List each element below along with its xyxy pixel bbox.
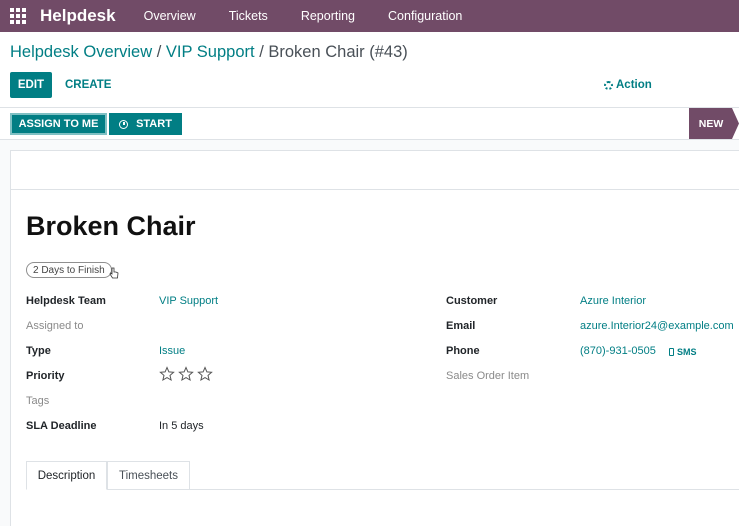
breadcrumb-helpdesk-overview[interactable]: Helpdesk Overview: [10, 43, 152, 61]
field-value-email[interactable]: azure.Interior24@example.com: [580, 320, 734, 332]
breadcrumb-separator: /: [156, 43, 162, 61]
edit-button[interactable]: EDIT: [10, 72, 52, 98]
app-brand[interactable]: Helpdesk: [40, 6, 116, 26]
tab-description[interactable]: Description: [26, 461, 107, 490]
field-label-helpdesk-team: Helpdesk Team: [26, 295, 106, 307]
field-value-phone[interactable]: (870)-931-0505: [580, 345, 656, 357]
star-icon[interactable]: [178, 366, 194, 382]
mobile-phone-icon: [669, 348, 674, 356]
apps-grid-icon[interactable]: [10, 8, 26, 24]
field-label-customer: Customer: [446, 295, 498, 307]
field-value-customer[interactable]: Azure Interior: [580, 295, 646, 307]
field-value-helpdesk-team[interactable]: VIP Support: [159, 295, 218, 307]
field-label-email: Email: [446, 320, 476, 332]
breadcrumb-separator: /: [259, 43, 264, 61]
breadcrumb: Helpdesk Overview / VIP Support / Broken…: [10, 43, 408, 62]
star-icon[interactable]: [159, 366, 175, 382]
hand-cursor-icon: [109, 267, 119, 279]
top-navbar: Helpdesk Overview Tickets Reporting Conf…: [0, 0, 739, 32]
field-value-sla-deadline: In 5 days: [159, 420, 204, 432]
field-label-priority: Priority: [26, 370, 65, 382]
stage-new[interactable]: NEW: [689, 108, 739, 139]
create-button[interactable]: CREATE: [65, 72, 111, 98]
breadcrumb-current: Broken Chair (#43): [268, 43, 408, 61]
ticket-title[interactable]: Broken Chair: [26, 211, 196, 242]
field-label-phone: Phone: [446, 345, 480, 357]
priority-stars: [159, 366, 213, 382]
sms-button[interactable]: SMS: [669, 347, 697, 357]
action-menu-label: Action: [616, 79, 652, 91]
days-to-finish-badge: 2 Days to Finish: [26, 262, 112, 278]
tab-timesheets[interactable]: Timesheets: [107, 461, 190, 490]
sheet-divider: [11, 189, 739, 190]
clock-icon: [119, 119, 129, 129]
field-value-type[interactable]: Issue: [159, 345, 185, 357]
gear-icon: [604, 80, 613, 90]
action-menu[interactable]: Action: [604, 72, 652, 98]
breadcrumb-vip-support[interactable]: VIP Support: [166, 43, 255, 61]
field-label-type: Type: [26, 345, 51, 357]
nav-item-overview[interactable]: Overview: [144, 9, 196, 23]
start-button-label: START: [136, 118, 172, 130]
star-icon[interactable]: [197, 366, 213, 382]
field-label-tags: Tags: [26, 395, 50, 407]
form-sheet: Broken Chair 2 Days to Finish Helpdesk T…: [10, 150, 739, 526]
assign-to-me-button[interactable]: ASSIGN TO ME: [10, 113, 107, 135]
start-button[interactable]: START: [109, 113, 182, 135]
nav-item-tickets[interactable]: Tickets: [229, 9, 268, 23]
field-label-assigned-to: Assigned to: [26, 320, 84, 332]
statusbar: ASSIGN TO ME START NEW: [0, 107, 739, 140]
field-label-sla-deadline: SLA Deadline: [26, 420, 97, 432]
field-label-sales-order-item: Sales Order Item: [446, 370, 530, 382]
sms-label: SMS: [677, 347, 697, 357]
nav-item-configuration[interactable]: Configuration: [388, 9, 462, 23]
nav-item-reporting[interactable]: Reporting: [301, 9, 355, 23]
